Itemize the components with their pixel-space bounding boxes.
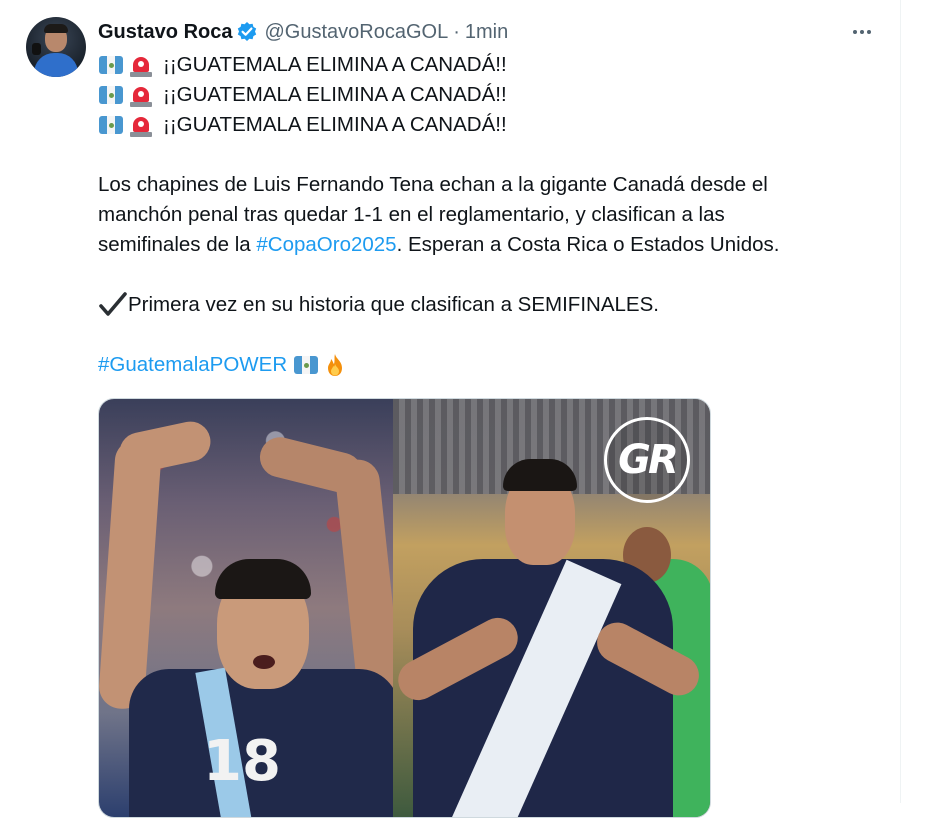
headline-text: ¡¡GUATEMALA ELIMINA A CANADÁ!! bbox=[163, 53, 507, 76]
headline-line: ¡¡GUATEMALA ELIMINA A CANADÁ!! bbox=[98, 80, 888, 110]
police-siren-icon bbox=[127, 112, 155, 138]
guatemala-flag-icon bbox=[98, 114, 125, 136]
tweet-card: Gustavo Roca @GustavoRocaGOL · 1min ¡¡GU… bbox=[0, 0, 900, 818]
author-handle[interactable]: @GustavoRocaGOL bbox=[264, 21, 448, 44]
headline-text: ¡¡GUATEMALA ELIMINA A CANADÁ!! bbox=[163, 83, 507, 106]
avatar-microphone bbox=[32, 43, 41, 55]
headline-line: ¡¡GUATEMALA ELIMINA A CANADÁ!! bbox=[98, 110, 888, 140]
avatar-shirt bbox=[34, 53, 78, 77]
hashtag-link-copaoro[interactable]: #CopaOro2025 bbox=[256, 230, 396, 260]
paragraph-line: manchón penal tras quedar 1-1 en el regl… bbox=[98, 203, 725, 226]
header-separator: · bbox=[453, 20, 460, 43]
tweet-header: Gustavo Roca @GustavoRocaGOL · 1min bbox=[98, 18, 508, 46]
fire-icon bbox=[328, 354, 343, 376]
milestone-line: Primera vez en su historia que clasifica… bbox=[98, 290, 888, 320]
jersey-number: 18 bbox=[203, 729, 281, 794]
media-image[interactable]: 18 GR bbox=[98, 398, 711, 818]
more-dot bbox=[853, 30, 857, 34]
photo-right-player: GR bbox=[393, 399, 710, 817]
tweet-timestamp[interactable]: 1min bbox=[465, 21, 508, 44]
police-siren-icon bbox=[127, 52, 155, 78]
paragraph-line: semifinales de la #CopaOro2025. Esperan … bbox=[98, 230, 888, 260]
more-dot bbox=[867, 30, 871, 34]
gr-logo-text: GR bbox=[618, 437, 679, 483]
paragraph-text: semifinales de la bbox=[98, 233, 257, 256]
tweet-text: ¡¡GUATEMALA ELIMINA A CANADÁ!! ¡¡GUATEMA… bbox=[98, 50, 888, 380]
milestone-text: Primera vez en su historia que clasifica… bbox=[128, 293, 659, 316]
hashtag-line: #GuatemalaPOWER bbox=[98, 350, 888, 380]
photo-left-player: 18 bbox=[99, 399, 393, 817]
gr-logo: GR bbox=[604, 417, 690, 503]
guatemala-flag-icon bbox=[98, 84, 125, 106]
paragraph-text: . Esperan a Costa Rica o Estados Unidos. bbox=[396, 233, 780, 256]
author-avatar[interactable] bbox=[26, 17, 86, 77]
police-siren-icon bbox=[127, 82, 155, 108]
more-dot bbox=[860, 30, 864, 34]
verified-badge-icon[interactable] bbox=[236, 21, 258, 43]
headline-line: ¡¡GUATEMALA ELIMINA A CANADÁ!! bbox=[98, 50, 888, 80]
check-mark-icon bbox=[99, 292, 127, 316]
headline-text: ¡¡GUATEMALA ELIMINA A CANADÁ!! bbox=[163, 113, 507, 136]
more-options-icon[interactable] bbox=[847, 18, 877, 46]
guatemala-flag-icon bbox=[98, 54, 125, 76]
paragraph-line: Los chapines de Luis Fernando Tena echan… bbox=[98, 173, 768, 196]
column-divider bbox=[900, 0, 901, 803]
guatemala-flag-icon bbox=[293, 354, 320, 376]
author-name[interactable]: Gustavo Roca bbox=[98, 21, 232, 44]
avatar-hair bbox=[44, 24, 68, 33]
hashtag-link-guatemalapower[interactable]: #GuatemalaPOWER bbox=[98, 350, 287, 380]
